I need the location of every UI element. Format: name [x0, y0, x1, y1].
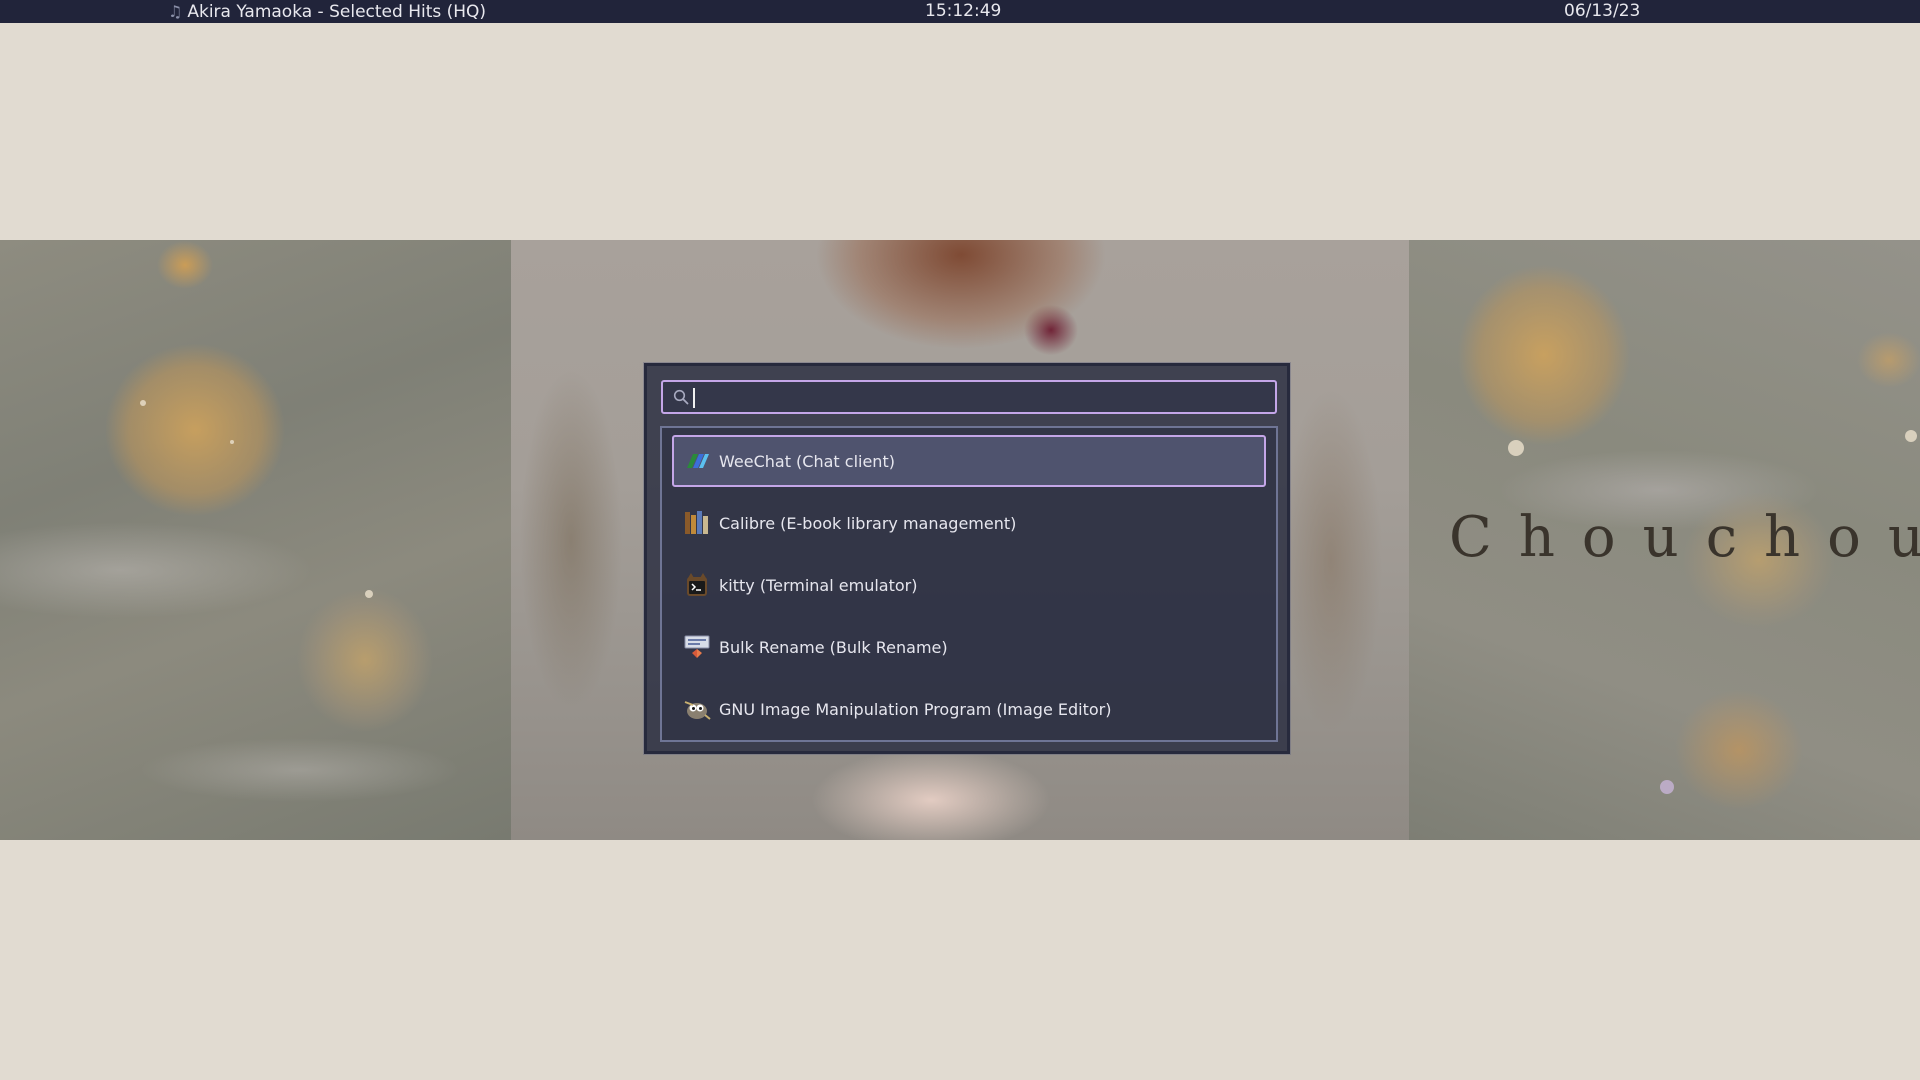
result-bulk-rename[interactable]: Bulk Rename (Bulk Rename) — [672, 621, 1266, 673]
result-calibre[interactable]: Calibre (E-book library management) — [672, 497, 1266, 549]
now-playing[interactable]: ♫ Akira Yamaoka - Selected Hits (HQ) — [168, 0, 486, 23]
result-gimp[interactable]: GNU Image Manipulation Program (Image Ed… — [672, 683, 1266, 735]
bulk-rename-icon — [683, 633, 711, 661]
sparkle — [1660, 780, 1674, 794]
top-bar: ♫ Akira Yamaoka - Selected Hits (HQ) 15:… — [0, 0, 1920, 23]
search-input[interactable] — [693, 382, 1275, 412]
wallpaper-marble-left — [0, 240, 511, 840]
app-launcher: WeeChat (Chat client) Calibre (E-book li… — [644, 363, 1290, 754]
date: 06/13/23 — [1564, 1, 1641, 21]
wallpaper-text: Chouchou — [1449, 505, 1920, 570]
kitty-icon — [683, 571, 711, 599]
search-box[interactable] — [661, 380, 1277, 414]
text-cursor — [693, 388, 695, 408]
clock: 15:12:49 — [925, 1, 1002, 21]
result-label: kitty (Terminal emulator) — [719, 575, 918, 595]
sparkle — [1508, 440, 1524, 456]
sparkle — [230, 440, 234, 444]
result-label: Bulk Rename (Bulk Rename) — [719, 637, 948, 657]
result-label: GNU Image Manipulation Program (Image Ed… — [719, 699, 1112, 719]
result-label: WeeChat (Chat client) — [719, 451, 895, 471]
music-note-icon: ♫ — [168, 2, 183, 21]
calibre-icon — [683, 509, 711, 537]
result-label: Calibre (E-book library management) — [719, 513, 1017, 533]
results-list: WeeChat (Chat client) Calibre (E-book li… — [660, 426, 1278, 742]
search-icon — [669, 382, 693, 412]
sparkle — [1905, 430, 1917, 442]
sparkle — [365, 590, 373, 598]
sparkle — [140, 400, 146, 406]
gimp-icon — [683, 695, 711, 723]
weechat-icon — [683, 447, 711, 475]
result-weechat[interactable]: WeeChat (Chat client) — [672, 435, 1266, 487]
result-kitty[interactable]: kitty (Terminal emulator) — [672, 559, 1266, 611]
now-playing-label: Akira Yamaoka - Selected Hits (HQ) — [187, 1, 487, 22]
